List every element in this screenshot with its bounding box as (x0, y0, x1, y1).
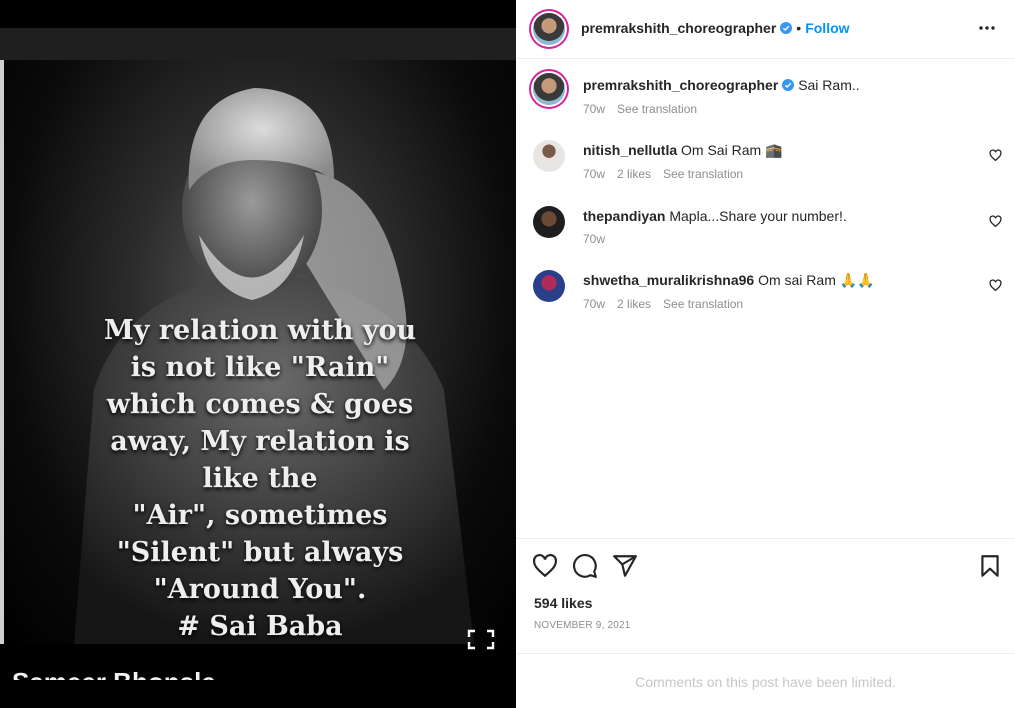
comment-avatar[interactable] (533, 206, 565, 238)
comment-text: Om sai Ram 🙏🙏 (758, 272, 875, 288)
verified-badge-icon (782, 79, 795, 91)
follow-button[interactable]: Follow (805, 20, 849, 36)
comment-meta: 70w 2 likes See translation (583, 297, 755, 311)
media-top-bar (0, 28, 516, 60)
comment-meta: 70w See translation (583, 102, 709, 116)
author-username[interactable]: premrakshith_choreographer (581, 20, 776, 36)
likes-count[interactable]: 594 likes (534, 595, 592, 611)
quote-text: My relation with you is not like "Rain" … (103, 315, 417, 642)
comment-avatar[interactable] (533, 270, 565, 302)
comments-list: premrakshith_choreographer Sai Ram.. 70w… (516, 60, 1015, 538)
see-translation-link[interactable]: See translation (663, 167, 743, 181)
post-media: My relation with you is not like "Rain" … (0, 0, 516, 708)
comment-like-heart-icon[interactable] (989, 215, 1002, 228)
comment-username[interactable]: premrakshith_choreographer (583, 77, 778, 93)
comment-time[interactable]: 70w (583, 167, 605, 181)
comment-line: nitish_nellutla Om Sai Ram 🕋 (583, 142, 782, 159)
post-header: premrakshith_choreographer • Follow (516, 0, 1015, 59)
comment-username[interactable]: thepandiyan (583, 208, 665, 224)
comment-text: Om Sai Ram 🕋 (681, 142, 783, 158)
comment-like-heart-icon[interactable] (989, 279, 1002, 292)
comment-text: Mapla...Share your number!. (669, 208, 847, 224)
see-translation-link[interactable]: See translation (663, 297, 743, 311)
media-bottom-bar (0, 680, 516, 708)
comment-line: shwetha_muralikrishna96 Om sai Ram 🙏🙏 (583, 272, 875, 289)
comments-limited-notice: Comments on this post have been limited. (516, 653, 1015, 708)
comment-username[interactable]: shwetha_muralikrishna96 (583, 272, 754, 288)
comment-meta: 70w 2 likes See translation (583, 167, 755, 181)
comment-time[interactable]: 70w (583, 297, 605, 311)
comment-avatar[interactable] (533, 140, 565, 172)
post-actions: 594 likes November 9, 2021 (516, 538, 1015, 653)
comment-line: premrakshith_choreographer Sai Ram.. (583, 77, 860, 93)
like-heart-icon[interactable] (532, 553, 558, 579)
comment-likes[interactable]: 2 likes (617, 297, 651, 311)
comment-username[interactable]: nitish_nellutla (583, 142, 677, 158)
share-paper-plane-icon[interactable] (612, 553, 638, 579)
comment-line: thepandiyan Mapla...Share your number!. (583, 208, 847, 224)
comment-time[interactable]: 70w (583, 232, 605, 246)
author-line: premrakshith_choreographer • Follow (581, 20, 850, 36)
comment-bubble-icon[interactable] (572, 553, 598, 579)
scan-icon[interactable] (466, 628, 496, 650)
comment-meta: 70w (583, 232, 617, 246)
comment-avatar[interactable] (533, 73, 565, 105)
verified-badge-icon (780, 22, 793, 34)
comment-time[interactable]: 70w (583, 102, 605, 116)
comment-likes[interactable]: 2 likes (617, 167, 651, 181)
comment-like-heart-icon[interactable] (989, 149, 1002, 162)
author-avatar[interactable] (533, 13, 565, 45)
separator-dot: • (796, 20, 802, 36)
save-bookmark-icon[interactable] (977, 553, 1003, 579)
see-translation-link[interactable]: See translation (617, 102, 697, 116)
comment-text: Sai Ram.. (798, 77, 860, 93)
post-date[interactable]: November 9, 2021 (534, 620, 631, 631)
post-image[interactable]: My relation with you is not like "Rain" … (4, 60, 516, 644)
post-details-panel: premrakshith_choreographer • Follow premra… (516, 0, 1015, 708)
more-options-icon[interactable] (978, 18, 996, 38)
